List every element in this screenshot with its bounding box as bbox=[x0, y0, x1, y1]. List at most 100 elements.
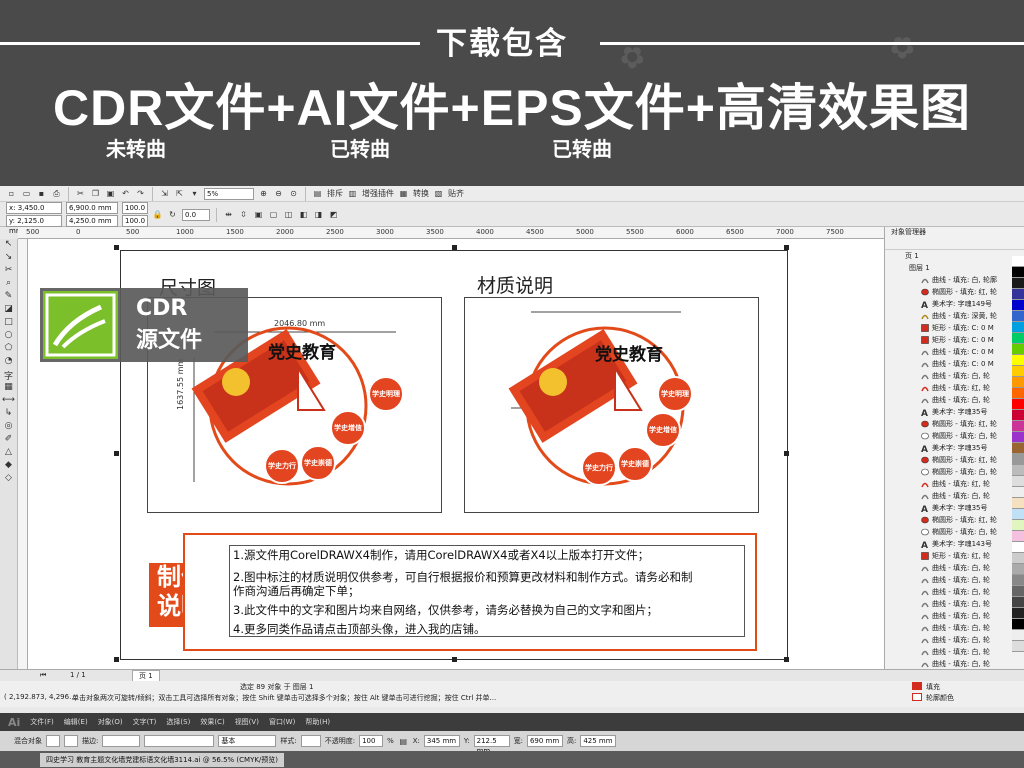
page-node[interactable]: 页 1 bbox=[885, 250, 1024, 262]
palette-swatch[interactable] bbox=[1012, 311, 1024, 322]
freehand-tool-icon[interactable]: ✎ bbox=[0, 291, 17, 304]
object-list-item[interactable]: 椭圆形 - 填充: 白, 轮 bbox=[885, 430, 1024, 442]
palette-swatch[interactable] bbox=[1012, 564, 1024, 575]
object-list-item[interactable]: 椭圆形 - 填充: 白, 轮 bbox=[885, 526, 1024, 538]
palette-swatch[interactable] bbox=[1012, 553, 1024, 564]
angle-field[interactable]: 0.0 bbox=[182, 208, 210, 221]
undo-icon[interactable]: ↶ bbox=[120, 188, 131, 200]
intersect-icon[interactable]: ◨ bbox=[313, 209, 324, 221]
zoom-tool-icon[interactable]: ⌕ bbox=[0, 278, 17, 291]
illustrator-menu-item[interactable]: 选择(S) bbox=[166, 717, 190, 727]
object-list-item[interactable]: 曲线 - 填充: 红, 轮 bbox=[885, 478, 1024, 490]
illustrator-document-tab[interactable]: 四史学习 教育主题文化墙党建标语文化墙3114.ai @ 56.5% (CMYK… bbox=[40, 753, 285, 767]
palette-swatch[interactable] bbox=[1012, 399, 1024, 410]
blend-tool-icon[interactable]: ◎ bbox=[0, 421, 17, 434]
snap-icon[interactable]: ▧ bbox=[433, 188, 444, 200]
palette-swatch[interactable] bbox=[1012, 575, 1024, 586]
ai-y-field[interactable]: 212.5 mm bbox=[473, 735, 510, 755]
zoom-level-field[interactable]: 5% bbox=[204, 187, 254, 200]
outline-swatch[interactable] bbox=[912, 693, 922, 701]
ungroup-icon[interactable]: ▢ bbox=[268, 209, 279, 221]
selection-handle[interactable] bbox=[784, 245, 789, 250]
simplify-icon[interactable]: ◩ bbox=[328, 209, 339, 221]
style-select[interactable] bbox=[300, 735, 321, 747]
ellipse-tool-icon[interactable]: ○ bbox=[0, 330, 17, 343]
illustrator-menu-item[interactable]: 窗口(W) bbox=[269, 717, 295, 727]
palette-swatch[interactable] bbox=[1012, 597, 1024, 608]
brush-basic-field[interactable]: 基本 bbox=[218, 735, 277, 747]
palette-swatch[interactable] bbox=[1012, 388, 1024, 399]
object-list-item[interactable]: 曲线 - 填充: 白, 轮 bbox=[885, 598, 1024, 610]
y-position-field[interactable]: y: 2,125.0 mm bbox=[6, 215, 62, 235]
object-list-item[interactable]: 曲线 - 填充: 白, 轮廓 bbox=[885, 274, 1024, 286]
object-list-item[interactable]: 曲线 - 填充: C: 0 M bbox=[885, 346, 1024, 358]
object-list-item[interactable]: 矩形 - 填充: C: 0 M bbox=[885, 322, 1024, 334]
align-icon[interactable]: ▤ bbox=[398, 735, 409, 747]
fill-tool-icon[interactable]: ◆ bbox=[0, 460, 17, 473]
palette-swatch[interactable] bbox=[1012, 487, 1024, 498]
cut-icon[interactable]: ✂ bbox=[75, 188, 86, 200]
object-list-item[interactable]: 曲线 - 填充: 白, 轮 bbox=[885, 562, 1024, 574]
zoom-out-icon[interactable]: ⊖ bbox=[273, 188, 284, 200]
zoom-in-icon[interactable]: ⊕ bbox=[258, 188, 269, 200]
ai-height-field[interactable]: 425 mm bbox=[580, 735, 617, 747]
rectangle-tool-icon[interactable]: □ bbox=[0, 317, 17, 330]
object-list-item[interactable]: 矩形 - 填充: C: 0 M bbox=[885, 334, 1024, 346]
palette-swatch[interactable] bbox=[1012, 443, 1024, 454]
palette-swatch[interactable] bbox=[1012, 476, 1024, 487]
illustrator-menu-item[interactable]: 效果(C) bbox=[200, 717, 224, 727]
selection-handle[interactable] bbox=[114, 245, 119, 250]
stroke-label[interactable]: 描边: bbox=[82, 736, 98, 746]
arrange-button[interactable]: 排斥 bbox=[327, 188, 343, 200]
object-list-item[interactable]: 曲线 - 填充: 深黄, 轮 bbox=[885, 310, 1024, 322]
convert-button[interactable]: 转换 bbox=[413, 188, 429, 200]
selection-handle[interactable] bbox=[784, 451, 789, 456]
opacity-label[interactable]: 不透明度: bbox=[325, 736, 355, 746]
object-list-item[interactable]: 曲线 - 填充: 白, 轮 bbox=[885, 622, 1024, 634]
palette-swatch[interactable] bbox=[1012, 432, 1024, 443]
crop-tool-icon[interactable]: ✂ bbox=[0, 265, 17, 278]
palette-swatch[interactable] bbox=[1012, 333, 1024, 344]
stroke-select[interactable] bbox=[64, 735, 78, 747]
object-list-item[interactable]: 矩形 - 填充: 红, 轮 bbox=[885, 550, 1024, 562]
plugins-icon[interactable]: ▥ bbox=[347, 188, 358, 200]
object-list-item[interactable]: A 美术字: 字魂35号 bbox=[885, 442, 1024, 454]
redo-icon[interactable]: ↷ bbox=[135, 188, 146, 200]
palette-swatch[interactable] bbox=[1012, 465, 1024, 476]
trim-icon[interactable]: ◧ bbox=[298, 209, 309, 221]
palette-swatch[interactable] bbox=[1012, 454, 1024, 465]
selection-handle[interactable] bbox=[114, 657, 119, 662]
object-list-item[interactable]: 曲线 - 填充: 白, 轮 bbox=[885, 634, 1024, 646]
outline-tool-icon[interactable]: △ bbox=[0, 447, 17, 460]
basic-shapes-icon[interactable]: ◔ bbox=[0, 356, 17, 369]
polygon-tool-icon[interactable]: ⬠ bbox=[0, 343, 17, 356]
stroke-weight-field[interactable] bbox=[102, 735, 141, 747]
weld-icon[interactable]: ◫ bbox=[283, 209, 294, 221]
palette-swatch[interactable] bbox=[1012, 520, 1024, 531]
selection-handle[interactable] bbox=[452, 245, 457, 250]
palette-swatch[interactable] bbox=[1012, 344, 1024, 355]
scale-x-field[interactable]: 100.0 bbox=[122, 202, 148, 214]
x-position-field[interactable]: x: 3,450.0 mm bbox=[6, 202, 62, 222]
object-list-item[interactable]: 椭圆形 - 填充: 红, 轮 bbox=[885, 514, 1024, 526]
material-diagram-frame[interactable]: 党史教育 学史明理 学史增信 学史崇德 学史力行 bbox=[464, 297, 759, 513]
object-list-item[interactable]: 椭圆形 - 填充: 红, 轮 bbox=[885, 286, 1024, 298]
object-list-item[interactable]: 曲线 - 填充: C: 0 M bbox=[885, 358, 1024, 370]
object-list-item[interactable]: 曲线 - 填充: 白, 轮 bbox=[885, 490, 1024, 502]
object-list-item[interactable]: A 美术字: 字魂35号 bbox=[885, 502, 1024, 514]
snap-button[interactable]: 贴齐 bbox=[448, 188, 464, 200]
opacity-field[interactable]: 100 bbox=[359, 735, 384, 747]
object-list-item[interactable]: 曲线 - 填充: 白, 轮 bbox=[885, 646, 1024, 658]
palette-swatch[interactable] bbox=[1012, 421, 1024, 432]
palette-swatch[interactable] bbox=[1012, 531, 1024, 542]
palette-swatch[interactable] bbox=[1012, 366, 1024, 377]
zoom-page-icon[interactable]: ⊙ bbox=[288, 188, 299, 200]
object-list-item[interactable]: 曲线 - 填充: 白, 轮 bbox=[885, 370, 1024, 382]
import-icon[interactable]: ⇲ bbox=[159, 188, 170, 200]
plugins-button[interactable]: 增强插件 bbox=[362, 188, 394, 200]
object-list-item[interactable]: 椭圆形 - 填充: 红, 轮 bbox=[885, 418, 1024, 430]
table-tool-icon[interactable]: ▦ bbox=[0, 382, 17, 395]
illustrator-menu-item[interactable]: 帮助(H) bbox=[305, 717, 330, 727]
variable-width-field[interactable] bbox=[144, 735, 215, 747]
palette-swatch[interactable] bbox=[1012, 410, 1024, 421]
